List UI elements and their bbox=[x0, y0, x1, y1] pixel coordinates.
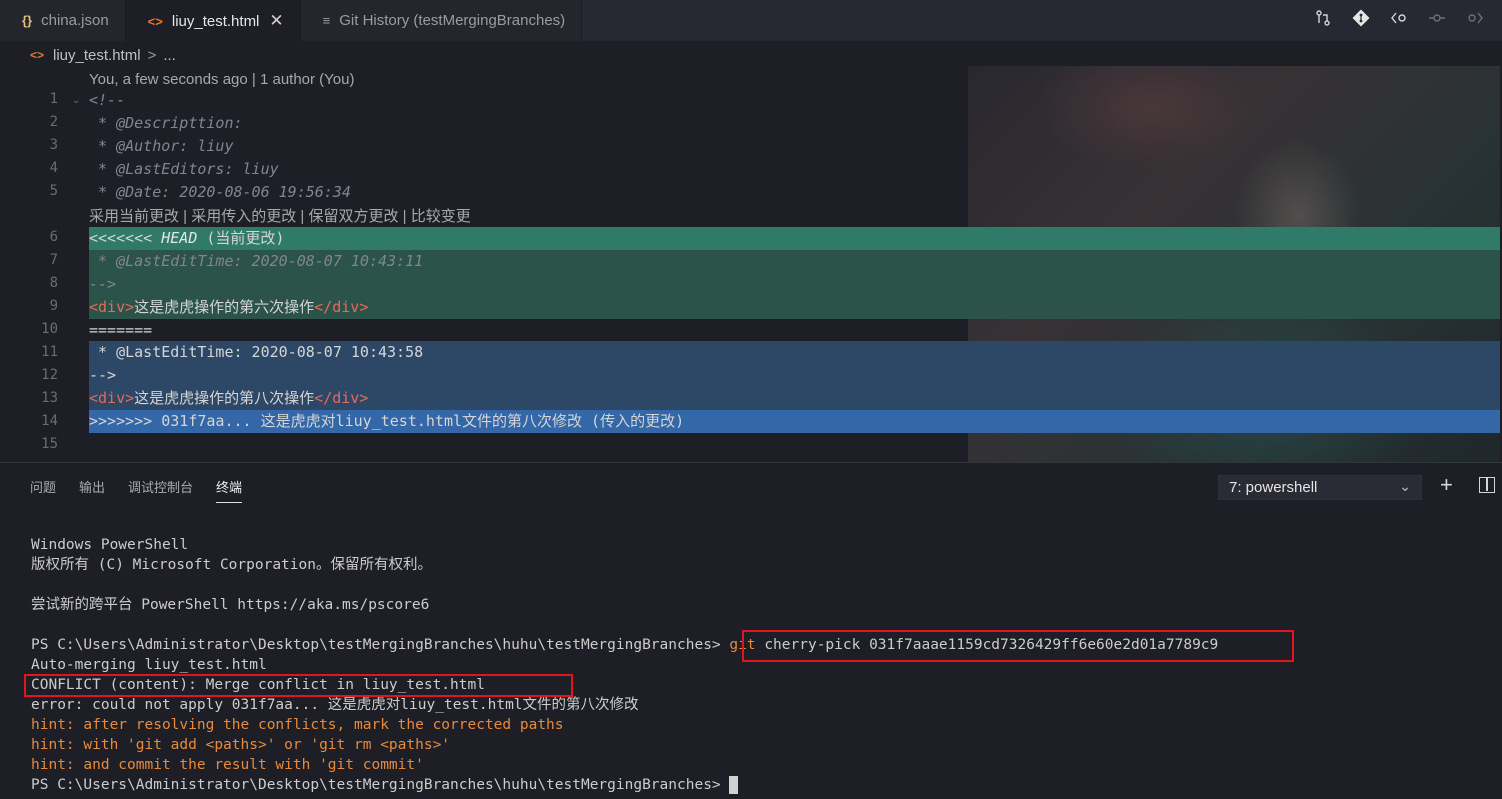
code-text: 这是虎虎操作的第八次操作 bbox=[134, 389, 315, 407]
terminal-hint-line: hint: with 'git add <paths>' or 'git rm … bbox=[31, 737, 451, 753]
code-line: >>>>>>> 031f7aa... 这是虎虎对liuy_test.html文件… bbox=[89, 412, 685, 430]
fold-chevron-icon[interactable]: ⌄ bbox=[72, 95, 80, 106]
terminal-line: PS C:\Users\Administrator\Desktop\testMe… bbox=[31, 775, 739, 795]
line-number: 1 bbox=[49, 91, 58, 107]
html-tag: </div> bbox=[314, 298, 369, 316]
code-line: * @Descripttion: bbox=[89, 114, 243, 132]
html-file-icon: <> bbox=[30, 48, 45, 62]
line-number: 14 bbox=[41, 413, 58, 429]
json-file-icon: {} bbox=[22, 13, 33, 28]
code-line: * @Author: liuy bbox=[89, 137, 234, 155]
next-revision-icon[interactable] bbox=[1456, 10, 1494, 31]
bottom-panel: 问题 输出 调试控制台 终端 7: powershell ⌄ + Windows… bbox=[0, 462, 1502, 799]
terminal-prompt: PS C:\Users\Administrator\Desktop\testMe… bbox=[31, 777, 721, 793]
html-tag: <div> bbox=[89, 389, 135, 407]
incoming-change-block bbox=[89, 364, 1500, 387]
code-line: --> bbox=[89, 366, 117, 384]
html-tag: <div> bbox=[89, 298, 135, 316]
line-number: 9 bbox=[49, 298, 58, 314]
tab-liuy-test-html[interactable]: <> liuy_test.html ✕ bbox=[125, 0, 301, 41]
code-line: * @LastEditTime: 2020-08-07 10:43:11 bbox=[89, 252, 424, 270]
compare-changes-icon[interactable] bbox=[1304, 10, 1342, 31]
line-number: 2 bbox=[49, 114, 58, 130]
line-number: 3 bbox=[49, 137, 58, 153]
tab-debug-console[interactable]: 调试控制台 bbox=[128, 477, 193, 503]
breadcrumb-file[interactable]: liuy_test.html bbox=[53, 47, 141, 64]
terminal-select-value: 7: powershell bbox=[1229, 479, 1318, 496]
terminal-hint-line: hint: and commit the result with 'git co… bbox=[31, 757, 424, 773]
tab-china-json[interactable]: {} china.json bbox=[0, 0, 126, 41]
tab-label: liuy_test.html bbox=[171, 12, 260, 30]
current-change-header bbox=[89, 227, 1500, 250]
line-number: 6 bbox=[49, 229, 58, 245]
new-terminal-plus-icon[interactable]: + bbox=[1440, 472, 1453, 498]
terminal-prompt: PS C:\Users\Administrator\Desktop\testMe… bbox=[31, 637, 721, 653]
tab-label: china.json bbox=[41, 12, 109, 29]
code-line: * @LastEditTime: 2020-08-07 10:43:58 bbox=[89, 343, 424, 361]
line-number: 10 bbox=[41, 321, 58, 337]
chevron-down-icon: ⌄ bbox=[1399, 478, 1411, 494]
annotation-box-command bbox=[742, 630, 1294, 662]
previous-revision-icon[interactable] bbox=[1418, 10, 1456, 31]
close-icon[interactable]: ✕ bbox=[269, 11, 283, 31]
code-line: --> bbox=[89, 275, 117, 293]
line-number: 8 bbox=[49, 275, 58, 291]
git-blame-lens[interactable]: You, a few seconds ago | 1 author (You) bbox=[89, 69, 354, 91]
code-line: <div>这是虎虎操作的第八次操作</div> bbox=[89, 387, 368, 410]
breadcrumb-more[interactable]: ... bbox=[163, 47, 176, 64]
panel-tabs: 问题 输出 调试控制台 终端 bbox=[30, 477, 265, 503]
terminal-line: Windows PowerShell bbox=[31, 537, 189, 553]
merge-conflict-actions[interactable]: 采用当前更改 | 采用传入的更改 | 保留双方更改 | 比较变更 bbox=[89, 206, 471, 228]
tab-label: Git History (testMergingBranches) bbox=[339, 12, 566, 29]
line-number: 5 bbox=[49, 183, 58, 199]
terminal-select[interactable]: 7: powershell ⌄ bbox=[1218, 475, 1422, 500]
code-editor[interactable]: You, a few seconds ago | 1 author (You) … bbox=[0, 66, 1502, 462]
line-number: 7 bbox=[49, 252, 58, 268]
conflict-marker: <<<<<<< bbox=[89, 229, 162, 247]
code-line: * @Date: 2020-08-06 19:56:34 bbox=[89, 183, 351, 201]
current-change-block bbox=[89, 273, 1500, 296]
code-line: <<<<<<< HEAD (当前更改) bbox=[89, 227, 284, 250]
breadcrumb: <> liuy_test.html > ... bbox=[30, 44, 176, 66]
editor-tab-bar: {} china.json <> liuy_test.html ✕ ≡ Git … bbox=[0, 0, 1502, 41]
html-file-icon: <> bbox=[147, 13, 163, 29]
terminal-line: error: could not apply 031f7aa... 这是虎虎对l… bbox=[31, 697, 639, 713]
terminal-line: 尝试新的跨平台 PowerShell https://aka.ms/pscore… bbox=[31, 597, 430, 613]
line-number: 12 bbox=[41, 367, 58, 383]
tab-problems[interactable]: 问题 bbox=[30, 477, 56, 503]
code-text: 这是虎虎操作的第六次操作 bbox=[134, 298, 315, 316]
tab-output[interactable]: 输出 bbox=[79, 477, 105, 503]
line-number: 11 bbox=[41, 344, 58, 360]
line-number: 4 bbox=[49, 160, 58, 176]
code-line: <div>这是虎虎操作的第六次操作</div> bbox=[89, 296, 368, 319]
head-label: HEAD bbox=[161, 229, 198, 247]
chevron-right-icon: > bbox=[147, 46, 157, 64]
html-tag: </div> bbox=[314, 389, 369, 407]
tab-git-history[interactable]: ≡ Git History (testMergingBranches) bbox=[300, 0, 583, 41]
preview-icon: ≡ bbox=[322, 13, 331, 28]
split-terminal-icon[interactable] bbox=[1479, 477, 1495, 493]
terminal-cursor bbox=[729, 776, 739, 794]
code-line: * @LastEditors: liuy bbox=[89, 160, 279, 178]
current-change-label: (当前更改) bbox=[197, 229, 285, 247]
code-line: ======= bbox=[89, 321, 153, 339]
open-changes-icon[interactable] bbox=[1380, 10, 1418, 31]
terminal-hint-line: hint: after resolving the conflicts, mar… bbox=[31, 717, 564, 733]
line-number: 13 bbox=[41, 390, 58, 406]
line-number: 15 bbox=[41, 436, 58, 452]
git-icon[interactable] bbox=[1342, 9, 1380, 32]
annotation-box-conflict bbox=[24, 674, 573, 697]
code-line: <!-- bbox=[89, 91, 126, 109]
tab-terminal[interactable]: 终端 bbox=[216, 477, 243, 503]
editor-actions bbox=[1304, 0, 1494, 41]
terminal-line: 版权所有 (C) Microsoft Corporation。保留所有权利。 bbox=[31, 557, 432, 573]
terminal-line: Auto-merging liuy_test.html bbox=[31, 657, 267, 673]
